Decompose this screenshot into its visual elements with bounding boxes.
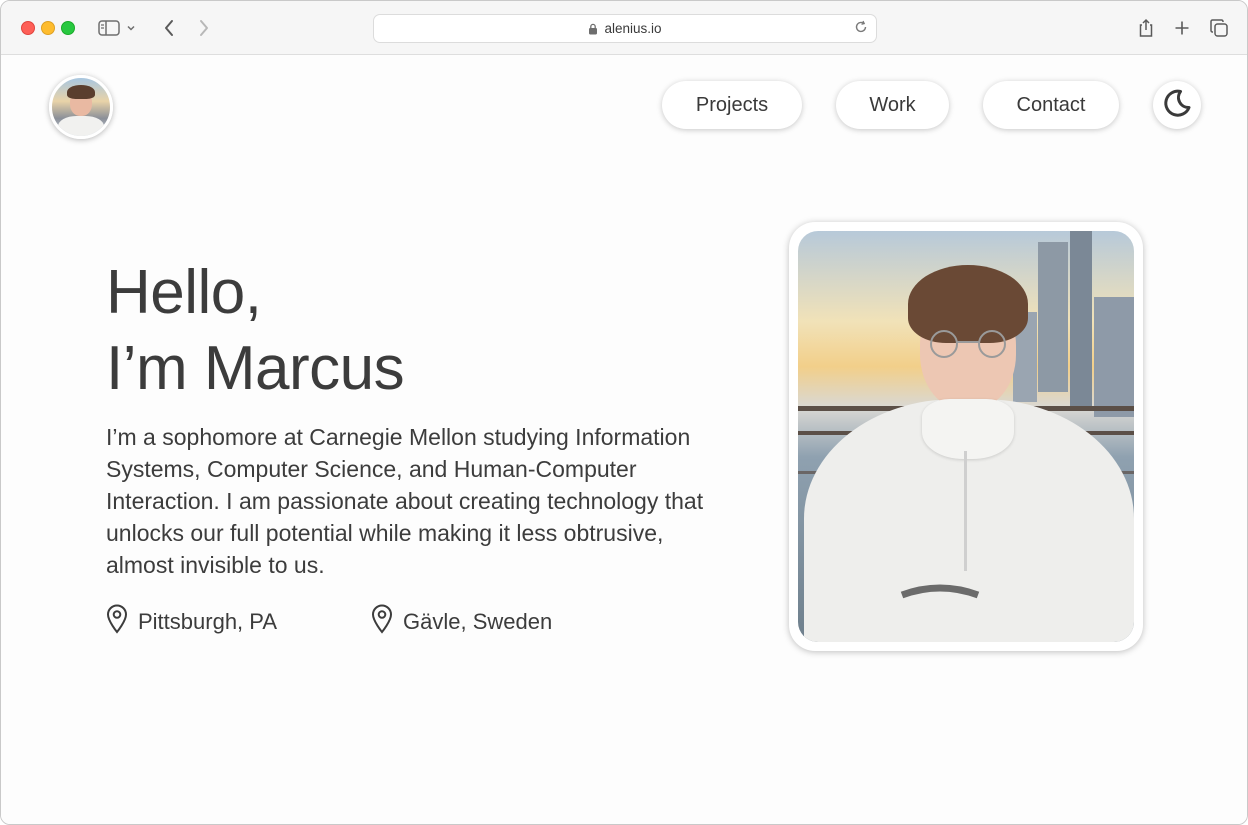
location-label: Pittsburgh, PA xyxy=(138,609,277,634)
photo-building xyxy=(1094,297,1134,417)
bio-text: I’m a sophomore at Carnegie Mellon study… xyxy=(106,424,704,578)
sidebar-toggle-icon[interactable] xyxy=(97,16,121,40)
browser-toolbar: alenius.io xyxy=(1,1,1247,55)
map-pin-icon xyxy=(371,604,403,640)
avatar-body xyxy=(58,116,104,136)
sweater-logo xyxy=(900,584,980,599)
tab-overview-icon[interactable] xyxy=(1207,16,1231,40)
photo-zipper xyxy=(964,451,967,571)
address-bar[interactable]: alenius.io xyxy=(373,14,877,43)
profile-photo-frame xyxy=(789,222,1143,651)
forward-arrow-icon[interactable] xyxy=(192,16,216,40)
location-gavle: Gävle, Sweden xyxy=(371,604,552,640)
reload-icon[interactable] xyxy=(854,20,868,34)
hero-title: Hello, I’m Marcus xyxy=(106,255,405,407)
chevron-down-icon[interactable] xyxy=(124,16,138,40)
nav-work-button[interactable]: Work xyxy=(836,81,949,129)
photo-collar xyxy=(922,399,1014,459)
nav-projects-button[interactable]: Projects xyxy=(662,81,802,129)
minimize-window-button[interactable] xyxy=(41,21,55,35)
zoom-window-button[interactable] xyxy=(61,21,75,35)
new-tab-icon[interactable] xyxy=(1170,16,1194,40)
photo-building xyxy=(1038,242,1068,392)
back-arrow-icon[interactable] xyxy=(157,16,181,40)
avatar-hair xyxy=(67,85,95,99)
close-window-button[interactable] xyxy=(21,21,35,35)
lock-icon xyxy=(588,23,598,35)
browser-window: alenius.io Projects Work Contact Hello, … xyxy=(0,0,1248,825)
photo-glasses xyxy=(930,330,1006,358)
moon-icon xyxy=(1161,87,1193,124)
nav-contact-button[interactable]: Contact xyxy=(983,81,1119,129)
hero-title-line2: I’m Marcus xyxy=(106,334,405,403)
share-icon[interactable] xyxy=(1134,16,1158,40)
profile-photo xyxy=(798,231,1134,642)
theme-toggle-button[interactable] xyxy=(1153,81,1201,129)
location-label: Gävle, Sweden xyxy=(403,609,553,634)
page-content: Projects Work Contact Hello, I’m Marcus … xyxy=(1,55,1247,824)
photo-building xyxy=(1070,231,1092,407)
hero-title-line1: Hello, xyxy=(106,258,262,327)
avatar[interactable] xyxy=(49,75,113,139)
url-text: alenius.io xyxy=(604,21,662,36)
location-pittsburgh: Pittsburgh, PA xyxy=(106,604,277,640)
map-pin-icon xyxy=(106,604,138,640)
